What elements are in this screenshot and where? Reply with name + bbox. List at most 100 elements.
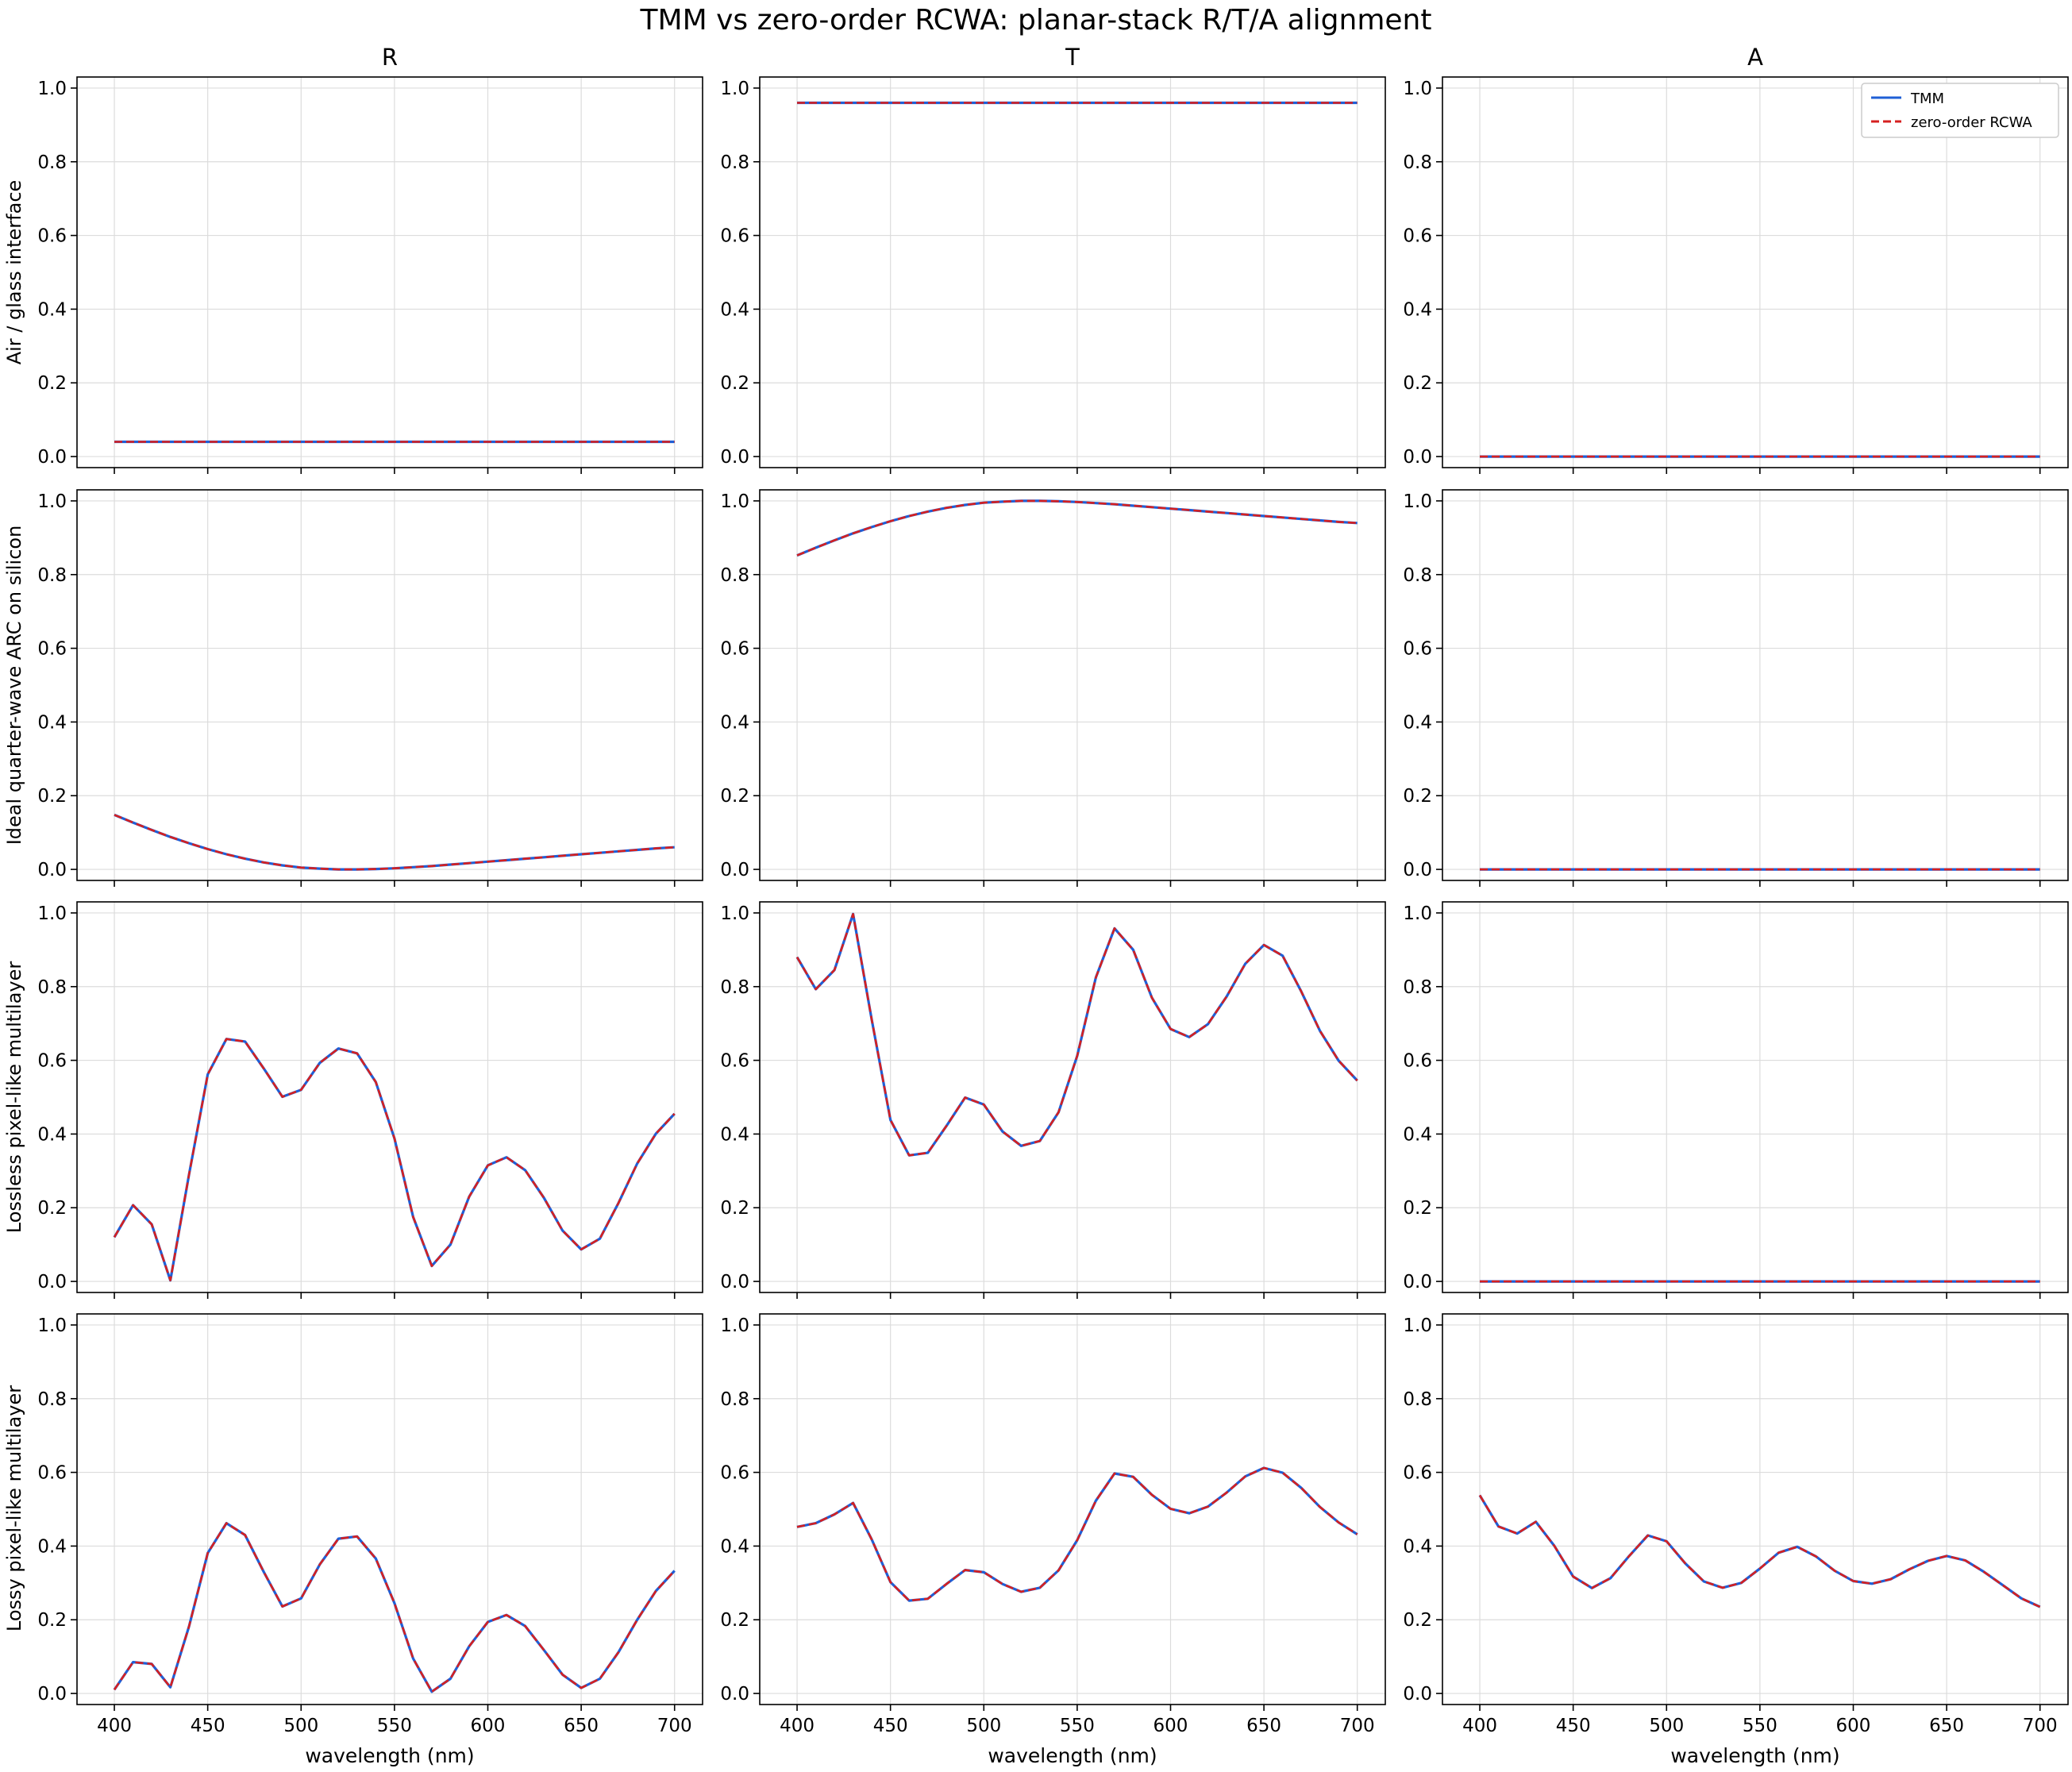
x-axis-labels: wavelength (nm) wavelength (nm) waveleng… [305,1744,1839,1767]
panel-r0-c0: 0.0 0.2 0.4 0.6 0.8 1.0 [37,76,703,474]
x-tick-label: 450 [1556,1716,1591,1736]
axes-frame [759,489,1386,881]
y-tick-label: 0.0 [1403,447,1432,468]
y-tick-label: 1.0 [720,903,749,924]
y-tick-label: 0.2 [37,786,67,807]
y-tick-label: 1.0 [1403,1316,1432,1336]
y-tick-label: 0.8 [720,977,749,998]
y-tick-label: 0.6 [37,1051,67,1072]
row-label-air-glass: Air / glass interface [3,180,25,365]
legend: TMM zero-order RCWA [1861,83,2059,138]
y-tick-label: 1.0 [1403,79,1432,99]
y-tick-label: 0.4 [37,299,67,320]
panel-r3-c2: 400 450 500 550 600 650 700 0.0 0.2 0.4 0.6 0.8 1.0 [1403,1313,2069,1736]
x-tick-label: 650 [1929,1716,1964,1736]
y-tick-label: 0.6 [1403,639,1432,660]
y-tick-label: 0.2 [37,1198,67,1219]
y-tick-label: 0.8 [37,977,67,998]
y-tick-label: 0.6 [720,1463,749,1484]
x-tick-label: 700 [657,1716,692,1736]
y-tick-label: 1.0 [720,1316,749,1336]
y-tick-label: 0.2 [1403,786,1432,807]
x-tick-label: 400 [780,1716,815,1736]
y-tick-label: 0.6 [1403,1051,1432,1072]
y-tick-label: 1.0 [720,491,749,512]
panel-r2-c1: 0.0 0.2 0.4 0.6 0.8 1.0 [720,901,1386,1299]
x-tick-label: 500 [283,1716,318,1736]
y-tick-label: 1.0 [1403,903,1432,924]
y-tick-label: 0.8 [720,565,749,586]
y-tick-label: 0.8 [1403,977,1432,998]
panel-r2-c0: 0.0 0.2 0.4 0.6 0.8 1.0 [37,901,703,1299]
y-tick-label: 0.4 [720,1536,749,1557]
y-tick-label: 0.2 [720,786,749,807]
panel-r1-c2: 0.0 0.2 0.4 0.6 0.8 1.0 [1403,489,2069,887]
column-title-t: T [1065,44,1080,71]
y-tick-label: 0.2 [720,1610,749,1631]
y-tick-label: 0.6 [720,1051,749,1072]
y-tick-label: 0.0 [37,447,67,468]
y-tick-label: 0.4 [720,299,749,320]
y-tick-label: 1.0 [37,903,67,924]
y-tick-label: 0.0 [1403,1272,1432,1292]
axes-frame [76,489,703,881]
x-tick-label: 700 [1340,1716,1375,1736]
y-tick-label: 1.0 [37,1316,67,1336]
x-tick-label: 550 [1743,1716,1777,1736]
figure: TMM vs zero-order RCWA: planar-stack R/T… [3,4,2069,1767]
axes-frame [76,901,703,1293]
axes-frame [1442,901,2069,1293]
y-tick-label: 0.4 [1403,1124,1432,1145]
y-tick-label: 0.8 [37,1389,67,1410]
y-tick-label: 0.6 [37,1463,67,1484]
panel-r1-c0: 0.0 0.2 0.4 0.6 0.8 1.0 [37,489,703,887]
axes-frame [1442,489,2069,881]
panel-r3-c0: 400 450 500 550 600 650 700 0.0 0.2 0.4 0.6 0.8 1.0 [37,1313,703,1736]
y-tick-label: 0.8 [37,565,67,586]
y-tick-label: 0.6 [37,226,67,247]
x-tick-label: 500 [1649,1716,1684,1736]
column-title-r: R [382,44,398,71]
figure-title: TMM vs zero-order RCWA: planar-stack R/T… [640,4,1432,37]
row-label-lossless-multilayer: Lossless pixel-like multilayer [3,961,25,1234]
row-label-quarter-wave-arc: Ideal quarter-wave ARC on silicon [3,526,25,846]
y-tick-label: 0.2 [1403,1610,1432,1631]
x-tick-label: 700 [2023,1716,2058,1736]
axes-frame [76,76,703,468]
x-tick-label: 550 [377,1716,412,1736]
y-tick-label: 0.2 [37,1610,67,1631]
y-tick-label: 0.4 [1403,299,1432,320]
y-tick-label: 0.6 [720,226,749,247]
x-axis-label-t: wavelength (nm) [988,1744,1157,1767]
y-tick-label: 0.8 [1403,1389,1432,1410]
y-tick-label: 0.0 [37,860,67,880]
x-tick-label: 600 [1153,1716,1188,1736]
panel-r1-c1: 0.0 0.2 0.4 0.6 0.8 1.0 [720,489,1386,887]
y-tick-label: 1.0 [37,79,67,99]
x-axis-label-r: wavelength (nm) [305,1744,474,1767]
y-tick-label: 0.2 [720,373,749,394]
y-tick-label: 0.8 [720,152,749,173]
y-tick-label: 0.2 [1403,1198,1432,1219]
y-tick-label: 0.8 [1403,152,1432,173]
y-tick-label: 0.6 [720,639,749,660]
x-tick-label: 550 [1060,1716,1095,1736]
x-tick-label: 650 [1246,1716,1281,1736]
axes-frame [759,76,1386,468]
x-tick-label: 400 [97,1716,132,1736]
panel-r2-c2: 0.0 0.2 0.4 0.6 0.8 1.0 [1403,901,2069,1299]
x-tick-label: 400 [1462,1716,1497,1736]
y-tick-label: 0.6 [37,639,67,660]
y-tick-label: 0.4 [1403,712,1432,733]
y-tick-label: 0.2 [1403,373,1432,394]
y-tick-label: 0.8 [37,152,67,173]
y-tick-label: 0.0 [1403,860,1432,880]
x-tick-label: 450 [873,1716,908,1736]
axes-frame [1442,1313,2069,1705]
x-tick-label: 600 [1836,1716,1871,1736]
panel-r0-c1: 0.0 0.2 0.4 0.6 0.8 1.0 [720,76,1386,474]
x-tick-label: 450 [191,1716,225,1736]
y-tick-label: 1.0 [37,491,67,512]
y-tick-label: 0.2 [37,373,67,394]
y-tick-label: 1.0 [720,79,749,99]
